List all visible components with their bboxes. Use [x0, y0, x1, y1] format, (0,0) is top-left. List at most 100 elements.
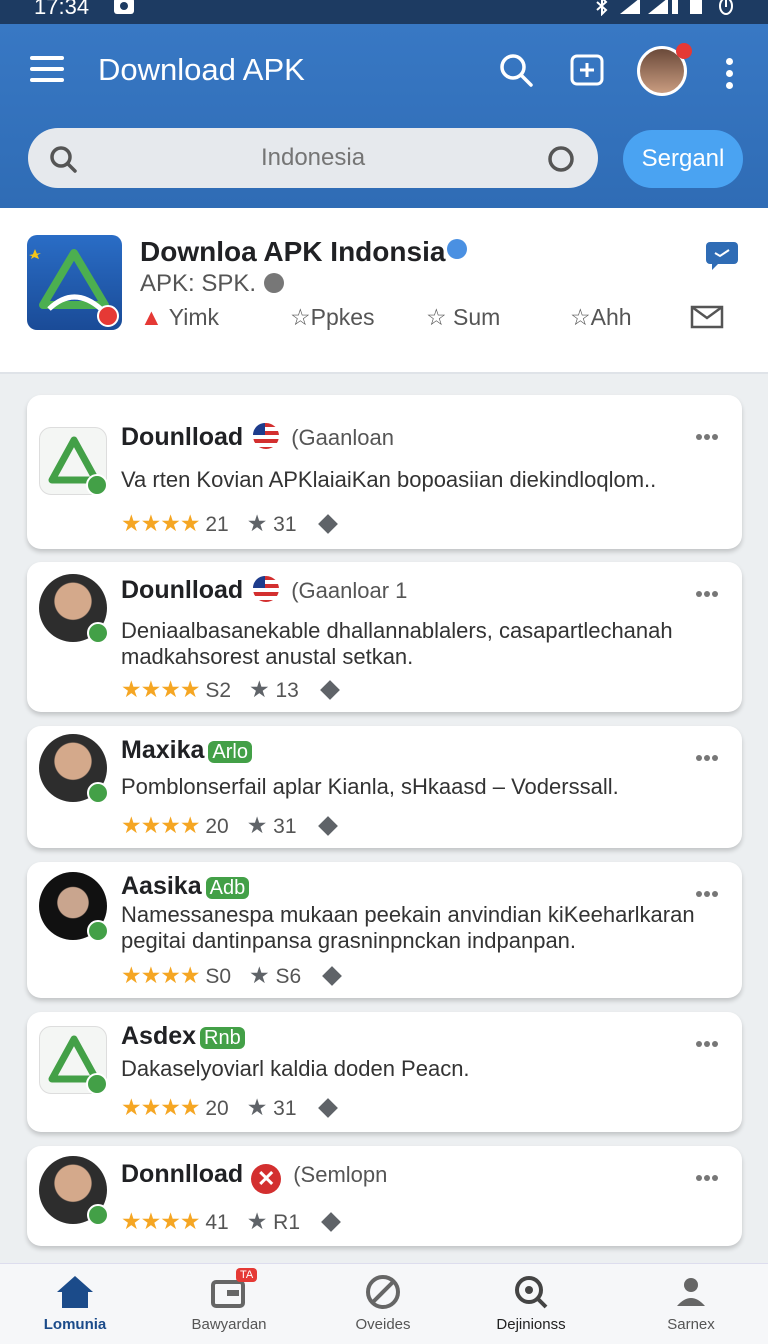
info-icon: [264, 273, 285, 293]
star-outline-icon: ☆: [570, 304, 591, 330]
bottom-navigation: Lomunia TA Bawyardan Oveides Dejinionss …: [0, 1263, 768, 1344]
app-thumbnail: [39, 427, 108, 496]
mail-icon[interactable]: [690, 304, 724, 330]
stat-ppkes[interactable]: ☆Ppkes: [290, 304, 375, 331]
clock-icon: [719, 0, 733, 15]
bluetooth-icon: [596, 0, 608, 16]
search-bar[interactable]: [28, 128, 598, 188]
nav-item-downloads[interactable]: TA Bawyardan: [154, 1268, 304, 1333]
star-outline-icon: ☆: [290, 304, 311, 330]
user-avatar: [39, 574, 109, 644]
more-options-icon[interactable]: [696, 427, 722, 445]
user-avatar: [39, 872, 109, 942]
tag-icon: [317, 514, 338, 534]
verified-badge-icon: [86, 474, 108, 496]
nav-item-updates[interactable]: Oveides: [308, 1272, 458, 1333]
more-options-icon[interactable]: [696, 884, 722, 902]
search-icon[interactable]: [498, 52, 534, 88]
nav-item-profile[interactable]: Sarnex: [616, 1272, 766, 1333]
item-title: Dounlload (Gaanloan: [121, 423, 394, 451]
star-outline-icon: ☆: [426, 304, 447, 330]
list-item[interactable]: Maxika Arlo Pomblonserfail aplar Kianla, …: [27, 726, 742, 848]
stat-ahh[interactable]: ☆Ahh: [570, 304, 632, 331]
notification-dot: [676, 43, 692, 59]
item-rating: ★★★★ 20 ★ 31: [121, 812, 338, 839]
app-name: Downloa APK Indonsia: [140, 236, 468, 268]
rating-stars-icon: ★★★★: [121, 676, 200, 702]
item-title: Maxika Arlo: [121, 736, 252, 765]
add-box-icon[interactable]: [570, 52, 604, 86]
list-item[interactable]: Aasika Adb Namessanespa mukaan peekain an…: [27, 862, 742, 998]
app-bar: Download APK Serganl: [0, 24, 768, 208]
battery-icon: [690, 0, 702, 14]
rating-stars-icon: ★★★★: [121, 962, 200, 988]
item-rating: ★★★★ S2 ★ 13: [121, 676, 340, 703]
verified-badge-icon: [86, 1073, 108, 1095]
list-item[interactable]: Dounlload (Gaanloar 1 Deniaalbasanekable …: [27, 562, 742, 712]
more-vert-icon[interactable]: [726, 58, 734, 94]
person-icon: [677, 1278, 705, 1306]
more-options-icon[interactable]: [696, 1168, 722, 1186]
item-title: Asdex Rnb: [121, 1022, 245, 1051]
tag-icon: [319, 680, 340, 700]
app-thumbnail: [39, 1026, 108, 1095]
verified-badge-icon: [87, 782, 109, 804]
app-logo: [27, 235, 122, 330]
star-icon: ★: [246, 1208, 268, 1234]
search-input[interactable]: [98, 140, 528, 176]
item-description: Deniaalbasanekable dhallannablalers, cas…: [121, 618, 673, 669]
item-rating: ★★★★ 20 ★ 31: [121, 1094, 338, 1121]
user-avatar: [39, 1156, 109, 1226]
verified-badge-icon: [87, 622, 109, 644]
close-badge-icon: ✕: [251, 1164, 282, 1194]
app-title: Download APK: [98, 52, 305, 87]
item-description: Namessanespa mukaan peekain anvindian ki…: [121, 902, 695, 953]
list-item[interactable]: Donnlload ✕ (Semlopn ★★★★ 41 ★ R1: [27, 1146, 742, 1246]
verified-icon: [447, 239, 468, 259]
item-description: Pomblonserfail aplar Kianla, sHkaasd – V…: [121, 774, 619, 799]
list-item[interactable]: Dounlload (Gaanloan Va rten Kovian APKlai…: [27, 395, 742, 549]
item-title: Dounlload (Gaanloar 1: [121, 576, 408, 604]
stat-yimk[interactable]: ▲ Yimk: [140, 304, 219, 331]
search-icon: [515, 1276, 548, 1309]
verified-badge-icon: [87, 1204, 109, 1226]
item-rating: ★★★★ 21 ★ 31: [121, 510, 338, 537]
stat-sum[interactable]: ☆ Sum: [426, 304, 500, 331]
tag-icon: [317, 816, 338, 836]
star-icon: ★: [246, 1094, 268, 1120]
item-description: Va rten Kovian APKlaiaiKan bopoasiian di…: [121, 467, 657, 492]
more-options-icon[interactable]: [696, 584, 722, 602]
search-icon: [50, 146, 77, 173]
rating-stars-icon: ★★★★: [121, 812, 200, 838]
nav-item-home[interactable]: Lomunia: [0, 1272, 150, 1333]
more-options-icon[interactable]: [696, 748, 722, 766]
item-rating: ★★★★ S0 ★ S6: [121, 962, 343, 989]
flag-icon: [253, 423, 280, 449]
search-button[interactable]: Serganl: [623, 130, 743, 188]
rating-stars-icon: ★★★★: [121, 510, 200, 536]
play-icon: ▲: [140, 304, 163, 330]
voice-search-icon[interactable]: [546, 144, 576, 174]
tag-icon: [321, 1212, 341, 1232]
more-options-icon[interactable]: [696, 1034, 722, 1052]
star-icon: ★: [246, 510, 268, 536]
nav-item-search[interactable]: Dejinionss: [456, 1272, 606, 1333]
star-icon: ★: [249, 962, 270, 988]
home-icon: [57, 1276, 93, 1308]
item-description: Dakaselyoviarl kaldia doden Peacn.: [121, 1056, 470, 1081]
tag-icon: [322, 966, 343, 986]
rating-stars-icon: ★★★★: [121, 1094, 200, 1120]
rating-stars-icon: ★★★★: [121, 1208, 200, 1234]
nav-badge: TA: [236, 1268, 258, 1282]
chat-icon[interactable]: [704, 238, 740, 272]
status-bar: 17:34: [0, 0, 768, 24]
star-icon: ★: [246, 812, 268, 838]
menu-icon[interactable]: [30, 56, 64, 84]
item-title: Aasika Adb: [121, 872, 250, 901]
item-rating: ★★★★ 41 ★ R1: [121, 1208, 341, 1235]
flag-icon: [253, 576, 280, 602]
item-title: Donnlload ✕ (Semlopn: [121, 1160, 387, 1194]
profile-avatar[interactable]: [637, 43, 692, 96]
list-item[interactable]: Asdex Rnb Dakaselyoviarl kaldia doden Pea…: [27, 1012, 742, 1132]
signal-icon: [620, 0, 678, 14]
